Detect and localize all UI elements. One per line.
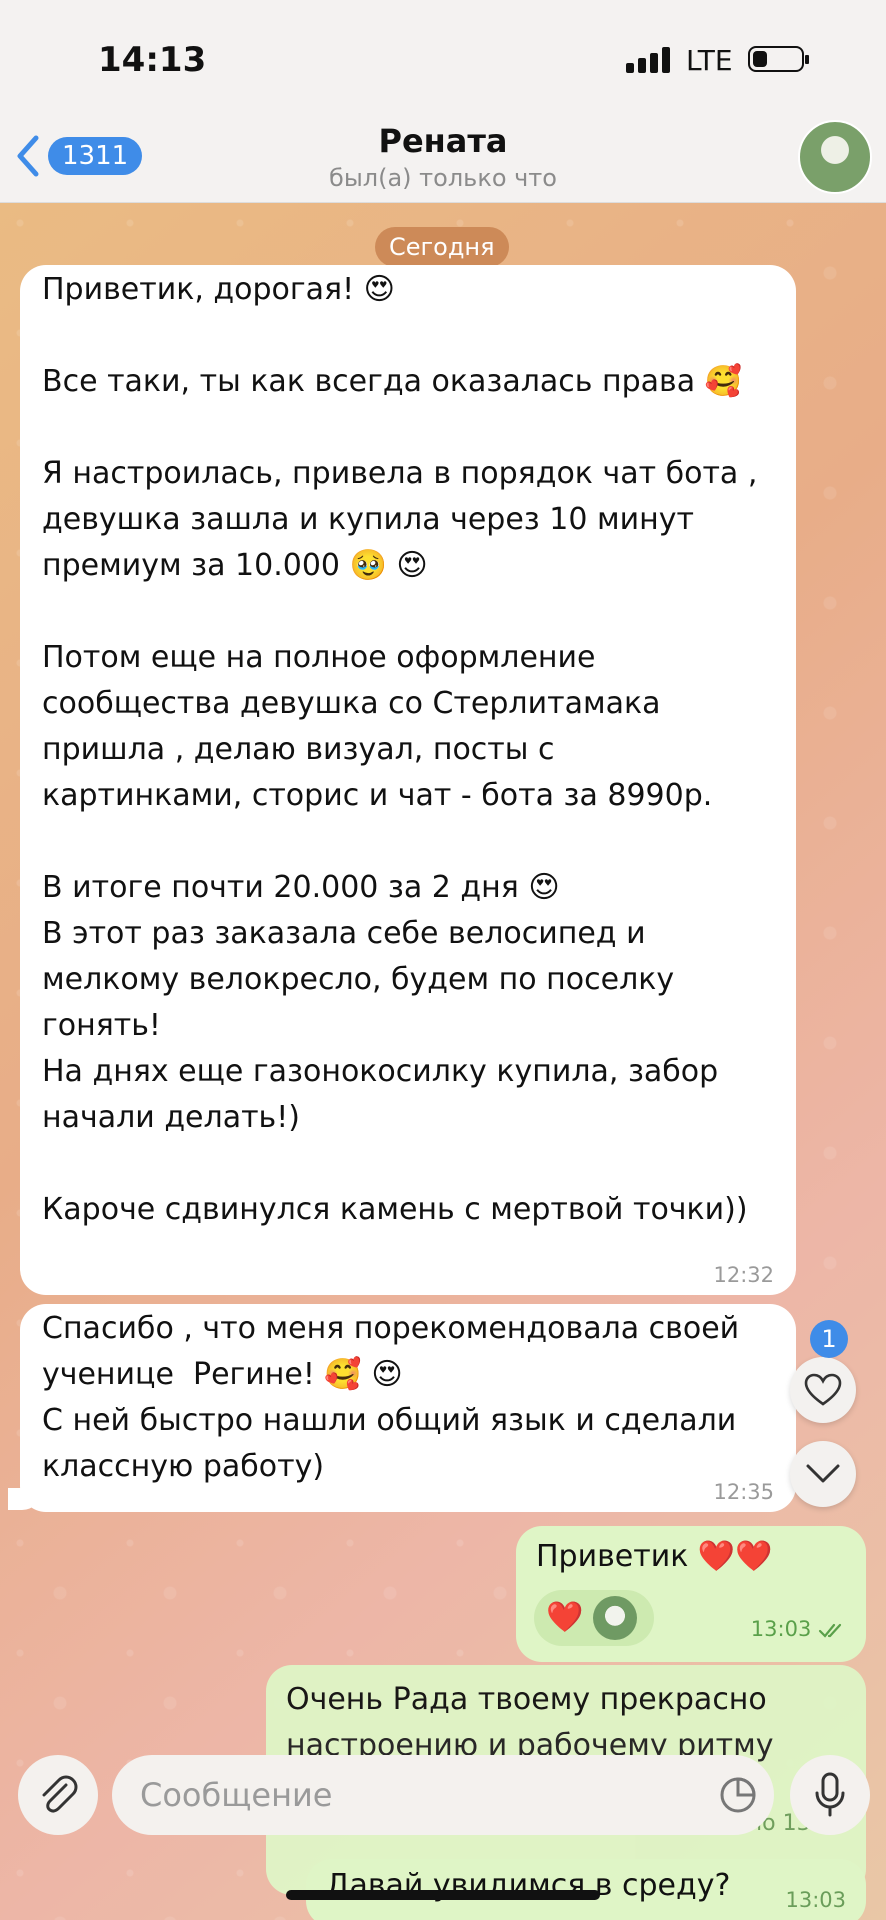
scroll-down-button[interactable]	[790, 1441, 856, 1507]
signal-icon	[626, 47, 670, 73]
contact-avatar[interactable]	[798, 120, 872, 194]
incoming-message[interactable]: Приветик, дорогая! 😍 Все таки, ты как вс…	[20, 265, 796, 1295]
contact-status: был(а) только что	[329, 164, 557, 192]
message-time: 13:03	[751, 1606, 846, 1652]
message-text: Приветик, дорогая! 😍 Все таки, ты как вс…	[42, 272, 758, 1227]
status-time: 14:13	[98, 40, 207, 80]
sticker-icon[interactable]	[718, 1775, 758, 1815]
contact-name[interactable]: Рената	[0, 122, 886, 160]
reaction-count-badge: 1	[810, 1320, 848, 1358]
reaction-emoji: ❤️	[546, 1600, 584, 1635]
chevron-down-icon	[806, 1464, 840, 1483]
incoming-message[interactable]: Спасибо , что меня порекомендовала своей…	[20, 1304, 796, 1512]
reaction-chip[interactable]: ❤️	[534, 1590, 654, 1646]
outgoing-message[interactable]: Приветик ❤️❤️ ❤️ 13:03	[516, 1526, 866, 1662]
message-field[interactable]	[112, 1755, 774, 1835]
double-check-icon	[818, 1623, 842, 1638]
message-text: Спасибо , что меня порекомендовала своей…	[42, 1311, 740, 1484]
message-time-text: 13:03	[750, 1617, 812, 1641]
date-separator: Сегодня	[375, 227, 509, 267]
microphone-icon	[815, 1772, 845, 1817]
chat-header: 1311 Рената был(а) только что	[0, 120, 886, 203]
message-text-line-1: Очень Рада твоему прекрасно	[286, 1682, 767, 1717]
attach-button[interactable]	[18, 1755, 98, 1835]
message-input[interactable]	[138, 1775, 662, 1815]
network-label: LTE	[686, 44, 733, 77]
message-text: Приветик ❤️❤️	[536, 1539, 773, 1574]
battery-icon	[748, 46, 809, 72]
reactions-button[interactable]	[790, 1357, 856, 1423]
status-bar: 14:13 LTE	[0, 0, 886, 120]
voice-button[interactable]	[790, 1755, 870, 1835]
chat-area[interactable]: Сегодня Приветик, дорогая! 😍 Все таки, т…	[0, 203, 886, 1920]
message-time: 12:32	[713, 1263, 774, 1287]
message-time: 12:35	[713, 1480, 774, 1504]
heart-icon	[804, 1373, 842, 1406]
home-indicator	[286, 1890, 600, 1900]
paperclip-icon	[42, 1775, 78, 1813]
reactor-avatar	[593, 1596, 638, 1640]
